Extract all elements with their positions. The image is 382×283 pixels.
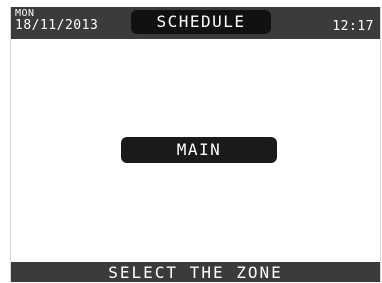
page-title: SCHEDULE (131, 10, 271, 34)
zone-main-button[interactable]: MAIN (121, 137, 277, 163)
clock-time: 12:17 (332, 19, 374, 34)
date-display: MON 18/11/2013 (15, 9, 98, 33)
device-screen: MON 18/11/2013 SCHEDULE 12:17 MAIN SELEC… (10, 7, 381, 282)
status-bar: MON 18/11/2013 SCHEDULE 12:17 (11, 7, 380, 39)
instruction-bar: SELECT THE ZONE (11, 262, 380, 282)
date-label: 18/11/2013 (15, 18, 99, 33)
